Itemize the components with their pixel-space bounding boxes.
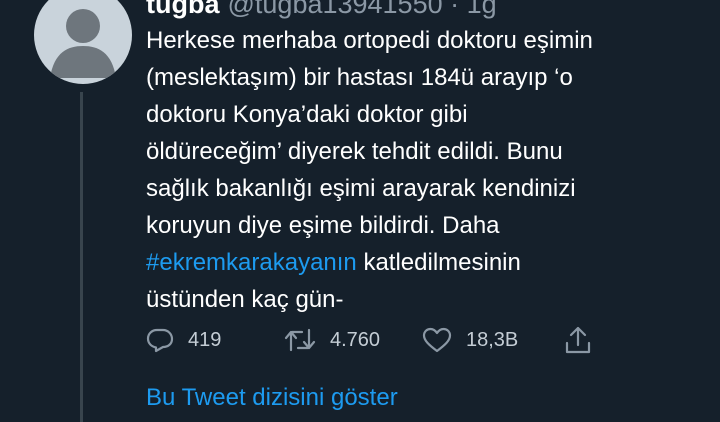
show-thread-link[interactable]: Bu Tweet dizisini göster [146, 384, 398, 412]
tweet-text-line: (meslektaşım) bir hastası 184ü arayıp ‘o [146, 64, 573, 91]
thread-connector-line [80, 92, 83, 422]
default-avatar-icon [50, 9, 116, 78]
tweet-text-line: Herkese merhaba ortopedi doktoru eşimin [146, 27, 593, 54]
tweet-text-line: üstünden kaç gün- [146, 286, 344, 313]
retweet-icon [284, 326, 316, 354]
author-handle-and-time[interactable]: @tugba13941550 · 1g [228, 0, 497, 19]
like-count: 18,3B [466, 328, 519, 351]
tweet-text-line: koruyun diye eşime bildirdi. Daha [146, 212, 500, 239]
tweet-text-line: doktoru Konya’daki doktor gibi [146, 101, 468, 128]
heart-icon [422, 326, 452, 354]
retweet-button[interactable]: 4.760 [284, 322, 380, 358]
tweet-text-line: #ekremkarakayanın katledilmesinin [146, 244, 706, 281]
share-button[interactable] [564, 322, 592, 358]
tweet-text-line: öldüreceğim’ diyerek tehdit edildi. Bunu [146, 138, 563, 165]
hashtag-link[interactable]: #ekremkarakayanın [146, 249, 357, 276]
like-button[interactable]: 18,3B [422, 322, 518, 358]
tweet-text-line: sağlık bakanlığı eşimi arayarak kendiniz… [146, 175, 576, 202]
tweet-text: Herkese merhaba ortopedi doktoru eşimin … [146, 22, 706, 318]
retweet-count: 4.760 [330, 328, 381, 351]
tweet-header: tuğba @tugba13941550 · 1g [146, 0, 497, 19]
share-icon [564, 325, 592, 355]
reply-count: 419 [188, 328, 222, 351]
reply-icon [146, 326, 174, 354]
tweet-text-fragment: katledilmesinin [356, 249, 521, 276]
tweet-actions: 419 4.760 18,3B [146, 322, 596, 358]
author-name[interactable]: tuğba [146, 0, 220, 19]
avatar[interactable] [34, 0, 132, 84]
reply-button[interactable]: 419 [146, 322, 221, 358]
